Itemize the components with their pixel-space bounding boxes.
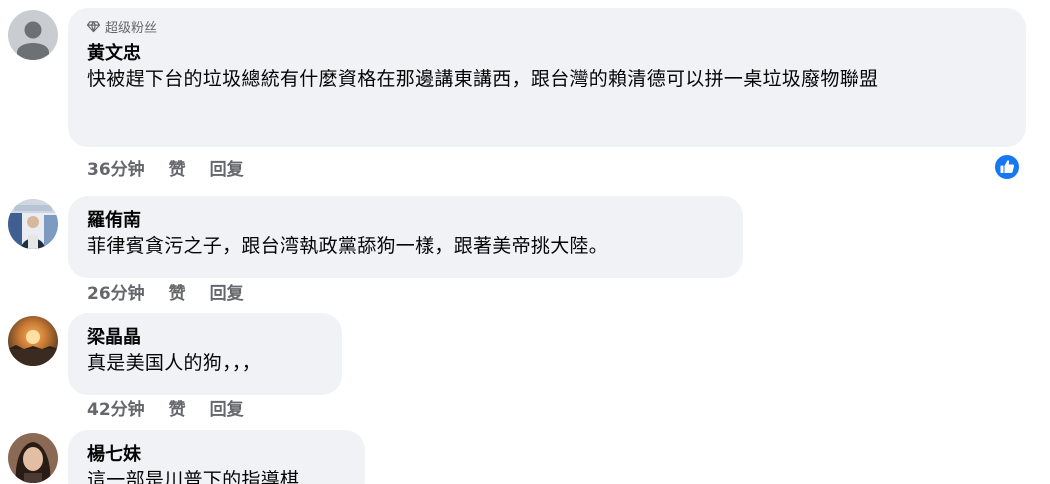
avatar-photo[interactable] <box>8 316 58 366</box>
reply-button[interactable]: 回复 <box>210 283 244 305</box>
avatar-default[interactable] <box>8 10 58 60</box>
comment-time[interactable]: 42分钟 <box>87 399 145 421</box>
comment-actions: 42分钟 赞 回复 <box>87 399 244 421</box>
comment-bubble: 梁晶晶 真是美国人的狗，，， <box>68 313 342 395</box>
reply-button[interactable]: 回复 <box>210 399 244 421</box>
comment-bubble: 楊七妹 這一部是川普下的指導棋 <box>68 430 365 484</box>
diamond-icon <box>86 20 101 39</box>
comment-text: 快被趕下台的垃圾總統有什麼資格在那邊講東講西，跟台灣的賴清德可以拼一桌垃圾廢物聯… <box>87 68 879 90</box>
comment-text: 這一部是川普下的指導棋 <box>87 469 300 484</box>
comment-thread: 超级粉丝 黄文忠 快被趕下台的垃圾總統有什麼資格在那邊講東講西，跟台灣的賴清德可… <box>0 0 1050 484</box>
comment-text: 真是美国人的狗，，， <box>87 352 262 374</box>
comment-text: 菲律賓貪污之子，跟台湾執政黨舔狗一樣，跟著美帝挑大陸。 <box>87 235 609 257</box>
comment-author[interactable]: 黄文忠 <box>87 42 1007 66</box>
comment-actions: 36分钟 赞 回复 <box>87 159 244 181</box>
comment-bubble: 超级粉丝 黄文忠 快被趕下台的垃圾總統有什麼資格在那邊講東講西，跟台灣的賴清德可… <box>68 8 1026 147</box>
like-button[interactable]: 赞 <box>169 159 186 181</box>
comment-bubble: 羅侑南 菲律賓貪污之子，跟台湾執政黨舔狗一樣，跟著美帝挑大陸。 <box>68 196 743 278</box>
like-button[interactable]: 赞 <box>169 399 186 421</box>
comment-time[interactable]: 36分钟 <box>87 159 145 181</box>
like-button[interactable]: 赞 <box>169 283 186 305</box>
comment-actions: 26分钟 赞 回复 <box>87 283 244 305</box>
comment-author[interactable]: 羅侑南 <box>87 209 724 233</box>
thumbs-up-icon <box>993 153 1021 181</box>
comment-time[interactable]: 26分钟 <box>87 283 145 305</box>
badge-label: 超级粉丝 <box>105 21 158 36</box>
comment-author[interactable]: 楊七妹 <box>87 443 346 467</box>
reply-button[interactable]: 回复 <box>210 159 244 181</box>
avatar-photo[interactable] <box>8 199 58 249</box>
avatar-photo[interactable] <box>8 433 58 483</box>
top-fan-badge: 超级粉丝 <box>86 20 1007 39</box>
comment-author[interactable]: 梁晶晶 <box>87 326 323 350</box>
reaction-count[interactable] <box>993 153 1021 181</box>
